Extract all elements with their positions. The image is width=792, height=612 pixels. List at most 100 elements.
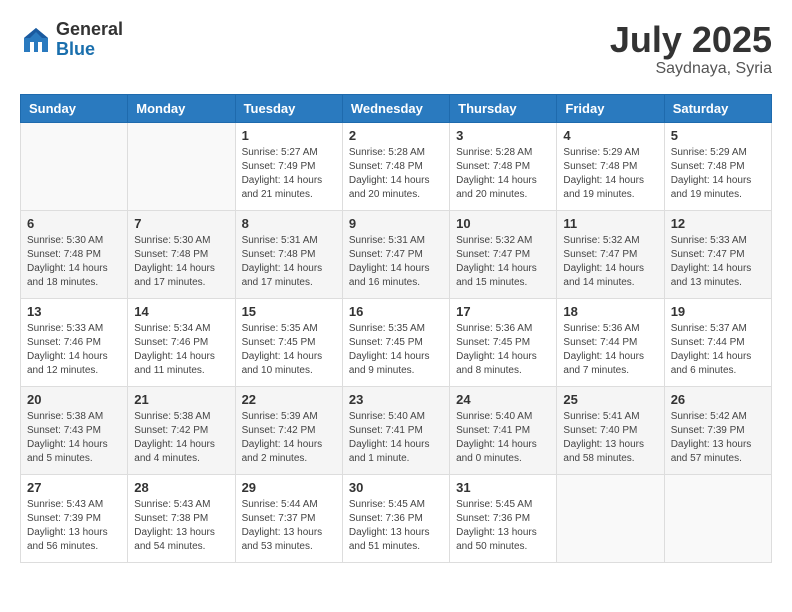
day-info: Daylight: 14 hours and 14 minutes. xyxy=(563,262,657,290)
day-info: Daylight: 14 hours and 8 minutes. xyxy=(456,350,550,378)
day-info: Sunset: 7:40 PM xyxy=(563,424,657,438)
day-info: Daylight: 14 hours and 19 minutes. xyxy=(563,174,657,202)
day-number: 17 xyxy=(456,304,550,319)
day-number: 18 xyxy=(563,304,657,319)
calendar-cell: 29Sunrise: 5:44 AMSunset: 7:37 PMDayligh… xyxy=(235,474,342,562)
day-info: Daylight: 14 hours and 7 minutes. xyxy=(563,350,657,378)
weekday-header: Sunday xyxy=(21,94,128,122)
calendar-cell: 16Sunrise: 5:35 AMSunset: 7:45 PMDayligh… xyxy=(342,298,449,386)
calendar-cell: 4Sunrise: 5:29 AMSunset: 7:48 PMDaylight… xyxy=(557,122,664,210)
calendar-cell: 12Sunrise: 5:33 AMSunset: 7:47 PMDayligh… xyxy=(664,210,771,298)
day-info: Daylight: 14 hours and 5 minutes. xyxy=(27,438,121,466)
day-number: 19 xyxy=(671,304,765,319)
calendar-cell: 31Sunrise: 5:45 AMSunset: 7:36 PMDayligh… xyxy=(450,474,557,562)
day-info: Sunset: 7:38 PM xyxy=(134,512,228,526)
day-info: Sunset: 7:48 PM xyxy=(563,160,657,174)
day-info: Sunset: 7:39 PM xyxy=(27,512,121,526)
day-info: Daylight: 14 hours and 6 minutes. xyxy=(671,350,765,378)
day-number: 29 xyxy=(242,480,336,495)
weekday-header: Tuesday xyxy=(235,94,342,122)
calendar-week-row: 27Sunrise: 5:43 AMSunset: 7:39 PMDayligh… xyxy=(21,474,772,562)
location: Saydnaya, Syria xyxy=(610,60,772,78)
day-info: Sunrise: 5:43 AM xyxy=(134,498,228,512)
logo-icon xyxy=(20,24,52,56)
day-info: Daylight: 13 hours and 57 minutes. xyxy=(671,438,765,466)
day-number: 2 xyxy=(349,128,443,143)
day-number: 11 xyxy=(563,216,657,231)
day-number: 15 xyxy=(242,304,336,319)
day-info: Sunrise: 5:36 AM xyxy=(563,322,657,336)
calendar-cell: 14Sunrise: 5:34 AMSunset: 7:46 PMDayligh… xyxy=(128,298,235,386)
day-info: Sunset: 7:48 PM xyxy=(242,248,336,262)
day-info: Sunset: 7:47 PM xyxy=(671,248,765,262)
day-number: 31 xyxy=(456,480,550,495)
weekday-header: Monday xyxy=(128,94,235,122)
day-info: Sunrise: 5:37 AM xyxy=(671,322,765,336)
day-info: Sunset: 7:44 PM xyxy=(563,336,657,350)
day-info: Daylight: 14 hours and 16 minutes. xyxy=(349,262,443,290)
day-number: 28 xyxy=(134,480,228,495)
calendar-cell xyxy=(21,122,128,210)
calendar-week-row: 6Sunrise: 5:30 AMSunset: 7:48 PMDaylight… xyxy=(21,210,772,298)
day-info: Daylight: 14 hours and 20 minutes. xyxy=(349,174,443,202)
day-info: Daylight: 14 hours and 21 minutes. xyxy=(242,174,336,202)
day-info: Sunset: 7:45 PM xyxy=(349,336,443,350)
calendar-cell: 23Sunrise: 5:40 AMSunset: 7:41 PMDayligh… xyxy=(342,386,449,474)
day-info: Sunset: 7:49 PM xyxy=(242,160,336,174)
day-number: 1 xyxy=(242,128,336,143)
calendar-cell: 11Sunrise: 5:32 AMSunset: 7:47 PMDayligh… xyxy=(557,210,664,298)
day-info: Sunrise: 5:45 AM xyxy=(349,498,443,512)
day-info: Sunset: 7:45 PM xyxy=(456,336,550,350)
calendar-cell: 27Sunrise: 5:43 AMSunset: 7:39 PMDayligh… xyxy=(21,474,128,562)
day-number: 21 xyxy=(134,392,228,407)
day-info: Sunset: 7:46 PM xyxy=(27,336,121,350)
day-info: Daylight: 14 hours and 9 minutes. xyxy=(349,350,443,378)
day-info: Sunset: 7:46 PM xyxy=(134,336,228,350)
day-info: Sunset: 7:42 PM xyxy=(242,424,336,438)
calendar-cell: 7Sunrise: 5:30 AMSunset: 7:48 PMDaylight… xyxy=(128,210,235,298)
day-info: Sunrise: 5:27 AM xyxy=(242,146,336,160)
day-info: Sunset: 7:36 PM xyxy=(456,512,550,526)
day-info: Daylight: 14 hours and 12 minutes. xyxy=(27,350,121,378)
day-info: Daylight: 14 hours and 13 minutes. xyxy=(671,262,765,290)
day-info: Daylight: 14 hours and 20 minutes. xyxy=(456,174,550,202)
calendar-cell: 1 Sunrise: 5:27 AMSunset: 7:49 PMDaylight… xyxy=(235,122,342,210)
day-info: Sunset: 7:43 PM xyxy=(27,424,121,438)
day-info: Daylight: 14 hours and 10 minutes. xyxy=(242,350,336,378)
day-info: Sunset: 7:48 PM xyxy=(456,160,550,174)
day-info: Sunrise: 5:43 AM xyxy=(27,498,121,512)
calendar-cell: 5Sunrise: 5:29 AMSunset: 7:48 PMDaylight… xyxy=(664,122,771,210)
calendar-cell: 26Sunrise: 5:42 AMSunset: 7:39 PMDayligh… xyxy=(664,386,771,474)
calendar-cell: 20 Sunrise: 5:38 AMSunset: 7:43 PMDayligh… xyxy=(21,386,128,474)
calendar-cell: 6Sunrise: 5:30 AMSunset: 7:48 PMDaylight… xyxy=(21,210,128,298)
day-info: Sunset: 7:44 PM xyxy=(671,336,765,350)
day-number: 4 xyxy=(563,128,657,143)
day-info: Daylight: 14 hours and 11 minutes. xyxy=(134,350,228,378)
calendar-table: SundayMondayTuesdayWednesdayThursdayFrid… xyxy=(20,94,772,563)
day-info: Sunrise: 5:38 AM xyxy=(27,410,121,424)
day-number: 5 xyxy=(671,128,765,143)
day-info: Sunset: 7:47 PM xyxy=(456,248,550,262)
logo-general: General xyxy=(56,20,123,40)
day-info: Daylight: 14 hours and 17 minutes. xyxy=(242,262,336,290)
day-number: 30 xyxy=(349,480,443,495)
day-info: Sunset: 7:45 PM xyxy=(242,336,336,350)
calendar-cell: 30Sunrise: 5:45 AMSunset: 7:36 PMDayligh… xyxy=(342,474,449,562)
weekday-header: Saturday xyxy=(664,94,771,122)
day-info: Daylight: 14 hours and 17 minutes. xyxy=(134,262,228,290)
day-info: Sunset: 7:47 PM xyxy=(563,248,657,262)
day-info: Daylight: 13 hours and 50 minutes. xyxy=(456,526,550,554)
weekday-header: Wednesday xyxy=(342,94,449,122)
weekday-header-row: SundayMondayTuesdayWednesdayThursdayFrid… xyxy=(21,94,772,122)
logo-text: General Blue xyxy=(56,20,123,60)
day-number: 3 xyxy=(456,128,550,143)
day-info: Sunset: 7:41 PM xyxy=(349,424,443,438)
day-number: 20 xyxy=(27,392,121,407)
logo-blue: Blue xyxy=(56,40,123,60)
page-header: General Blue July 2025 Saydnaya, Syria xyxy=(20,20,772,78)
calendar-cell: 17Sunrise: 5:36 AMSunset: 7:45 PMDayligh… xyxy=(450,298,557,386)
day-info: Sunset: 7:48 PM xyxy=(27,248,121,262)
day-info: Sunrise: 5:33 AM xyxy=(671,234,765,248)
calendar-cell: 19 Sunrise: 5:37 AMSunset: 7:44 PMDayligh… xyxy=(664,298,771,386)
day-info: Sunset: 7:39 PM xyxy=(671,424,765,438)
